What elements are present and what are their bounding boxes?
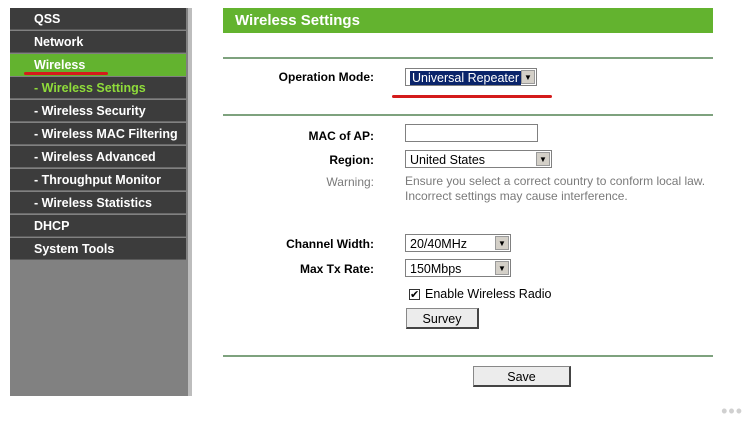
max-tx-rate-select[interactable]: 150Mbps ▼: [405, 259, 511, 277]
sidebar-item-wireless-settings[interactable]: - Wireless Settings: [10, 77, 186, 99]
highlight-underline: [24, 72, 108, 75]
operation-mode-value: Universal Repeater: [410, 71, 521, 85]
sidebar-item-label: - Throughput Monitor: [34, 173, 162, 187]
operation-mode-select[interactable]: Universal Repeater ▼: [405, 68, 537, 86]
region-select[interactable]: United States ▼: [405, 150, 552, 168]
sidebar-item-label: - Wireless Statistics: [34, 196, 152, 210]
sidebar-item-label: - Wireless Settings: [34, 81, 146, 95]
enable-wireless-radio-checkbox[interactable]: ✔: [409, 289, 420, 301]
page-title: Wireless Settings: [223, 8, 713, 33]
highlight-underline: [392, 95, 552, 98]
warning-label: Warning:: [326, 175, 374, 189]
sidebar-item-label: Network: [34, 35, 84, 49]
region-value: United States: [410, 153, 486, 167]
chevron-down-icon: ▼: [536, 152, 550, 166]
main-content: Wireless Settings Operation Mode: Univer…: [192, 8, 753, 398]
chevron-down-icon: ▼: [521, 70, 535, 84]
channel-width-value: 20/40MHz: [410, 237, 467, 251]
divider: [223, 114, 713, 116]
sidebar-nav: QSS Network Wireless - Wireless Settings…: [10, 8, 188, 396]
warning-text-line2: Incorrect settings may cause interferenc…: [405, 189, 628, 203]
sidebar-item-label: - Wireless MAC Filtering: [34, 127, 178, 141]
save-button[interactable]: Save: [473, 366, 571, 387]
sidebar-item-qss[interactable]: QSS: [10, 8, 186, 30]
survey-button[interactable]: Survey: [406, 308, 479, 329]
sidebar-item-label: - Wireless Security: [34, 104, 146, 118]
max-tx-rate-label: Max Tx Rate:: [299, 262, 374, 276]
sidebar-item-label: DHCP: [34, 219, 70, 233]
region-label: Region:: [329, 153, 374, 167]
more-dots-icon: •••: [721, 401, 743, 421]
divider: [223, 57, 713, 59]
channel-width-select[interactable]: 20/40MHz ▼: [405, 234, 511, 252]
sidebar-item-label: Wireless: [34, 58, 86, 72]
chevron-down-icon: ▼: [495, 261, 509, 275]
operation-mode-label: Operation Mode:: [278, 70, 374, 84]
sidebar-item-wireless-statistics[interactable]: - Wireless Statistics: [10, 192, 186, 214]
divider: [223, 355, 713, 357]
sidebar-item-wireless-advanced[interactable]: - Wireless Advanced: [10, 146, 186, 168]
sidebar-item-label: System Tools: [34, 242, 115, 256]
channel-width-label: Channel Width:: [286, 237, 374, 251]
sidebar-item-dhcp[interactable]: DHCP: [10, 215, 186, 237]
mac-of-ap-input[interactable]: [405, 124, 538, 142]
chevron-down-icon: ▼: [495, 236, 509, 250]
mac-of-ap-label: MAC of AP:: [308, 129, 374, 143]
sidebar-item-wireless-security[interactable]: - Wireless Security: [10, 100, 186, 122]
max-tx-rate-value: 150Mbps: [410, 262, 462, 276]
warning-text-line1: Ensure you select a correct country to c…: [405, 174, 706, 188]
enable-wireless-radio-label: Enable Wireless Radio: [425, 287, 552, 301]
sidebar-item-system-tools[interactable]: System Tools: [10, 238, 186, 260]
sidebar-item-label: QSS: [34, 12, 61, 26]
sidebar-item-wireless-mac-filtering[interactable]: - Wireless MAC Filtering: [10, 123, 186, 145]
sidebar-item-network[interactable]: Network: [10, 31, 186, 53]
sidebar-item-throughput-monitor[interactable]: - Throughput Monitor: [10, 169, 186, 191]
sidebar-item-label: - Wireless Advanced: [34, 150, 156, 164]
